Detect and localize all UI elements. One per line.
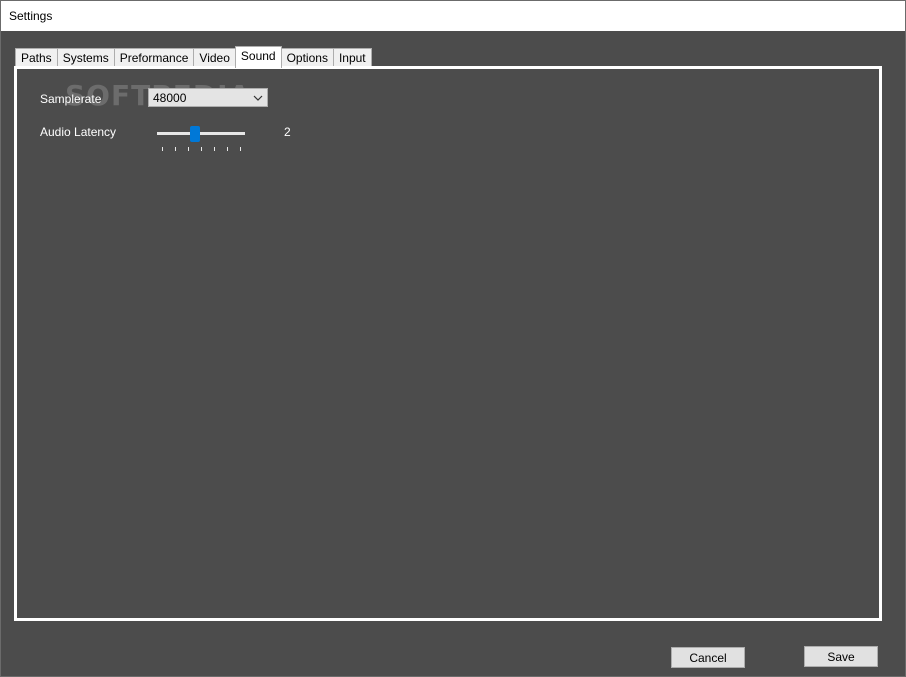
slider-tick [227, 147, 228, 151]
save-button[interactable]: Save [804, 646, 878, 667]
audio-latency-slider[interactable] [156, 125, 246, 151]
tab-systems[interactable]: Systems [56, 48, 115, 67]
samplerate-value: 48000 [153, 91, 187, 105]
title-bar: Settings [1, 1, 905, 31]
tab-paths[interactable]: Paths [15, 48, 58, 67]
slider-thumb[interactable] [190, 126, 200, 142]
tab-input[interactable]: Input [332, 48, 372, 67]
slider-tick [175, 147, 176, 151]
audio-latency-value: 2 [284, 125, 291, 139]
settings-window: Settings Paths Systems Preformance Video… [0, 0, 906, 677]
cancel-button[interactable]: Cancel [671, 647, 745, 668]
chevron-down-icon [253, 95, 263, 101]
tab-preformance[interactable]: Preformance [113, 48, 195, 67]
slider-tick [240, 147, 241, 151]
tab-sound[interactable]: Sound [234, 46, 282, 68]
tab-strip: Paths Systems Preformance Video Sound Op… [15, 46, 372, 68]
sound-tab-panel [14, 66, 882, 621]
slider-track [157, 132, 245, 135]
tab-options[interactable]: Options [280, 48, 334, 67]
slider-tick [188, 147, 189, 151]
slider-tick [214, 147, 215, 151]
slider-tick [162, 147, 163, 151]
samplerate-select[interactable]: 48000 [148, 88, 268, 107]
slider-tick [201, 147, 202, 151]
window-title: Settings [9, 9, 53, 23]
samplerate-label: Samplerate [40, 92, 102, 106]
audio-latency-label: Audio Latency [40, 125, 117, 139]
tab-video[interactable]: Video [193, 48, 236, 67]
